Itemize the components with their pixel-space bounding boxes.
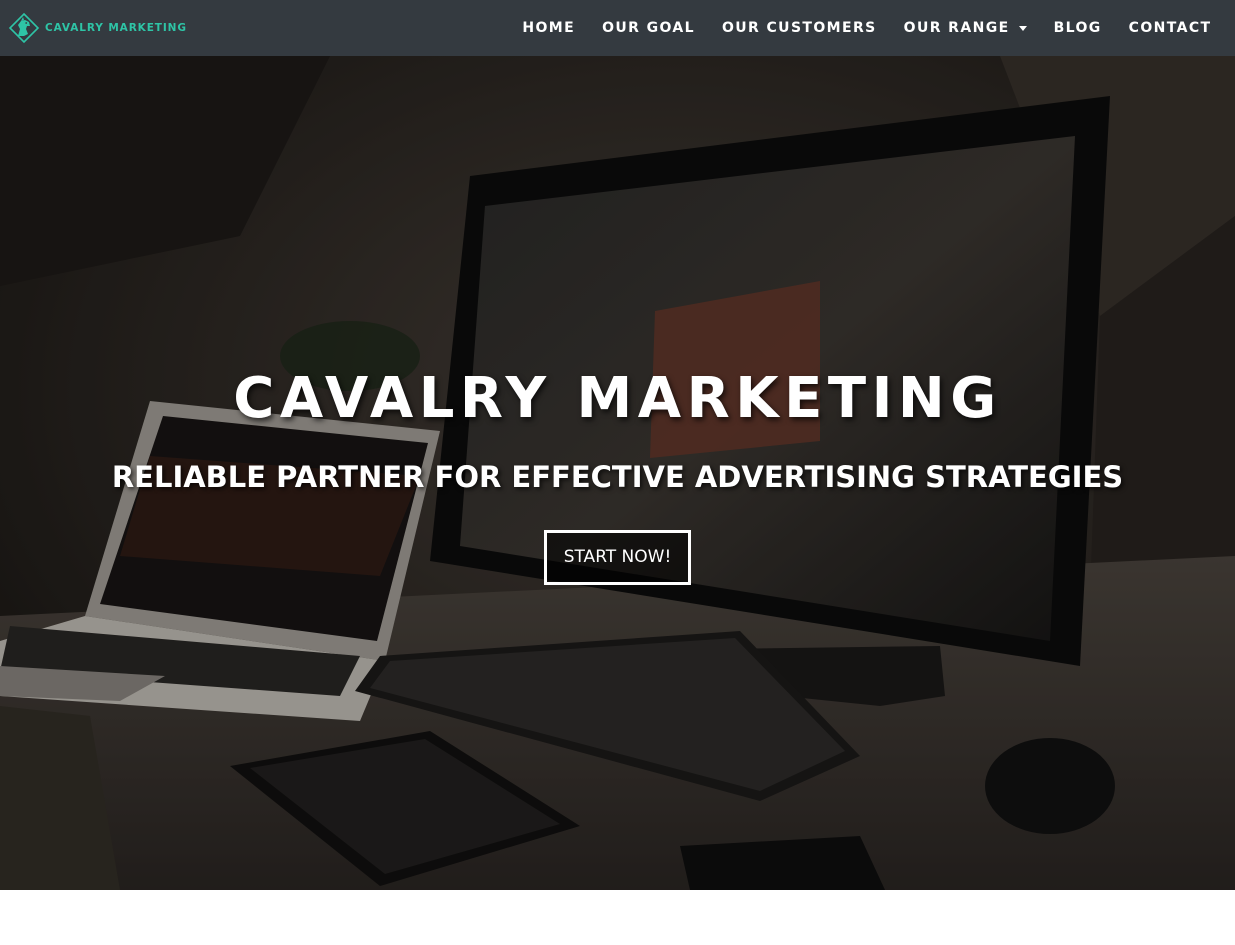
nav-item-blog[interactable]: BLOG [1040,0,1115,56]
nav-item-label: OUR GOAL [602,20,695,36]
nav-item-label: OUR RANGE [903,20,1010,36]
nav-item-our-goal[interactable]: OUR GOAL [589,0,709,56]
brand-link[interactable]: CAVALRY MARKETING [8,12,187,44]
hero-section: CAVALRY MARKETING RELIABLE PARTNER FOR E… [0,56,1235,890]
nav-item-label: HOME [522,20,576,36]
hero-content: CAVALRY MARKETING RELIABLE PARTNER FOR E… [0,364,1235,585]
hero-subtitle: RELIABLE PARTNER FOR EFFECTIVE ADVERTISI… [111,460,1124,494]
start-now-button[interactable]: START NOW! [544,530,691,585]
nav-item-home[interactable]: HOME [509,0,589,56]
nav-item-our-range-dropdown[interactable]: OUR RANGE [890,0,1040,56]
navbar: CAVALRY MARKETING HOME OUR GOAL OUR CUST… [0,0,1235,56]
nav-item-our-customers[interactable]: OUR CUSTOMERS [708,0,890,56]
nav-item-label: CONTACT [1128,20,1212,36]
caret-down-icon [1018,26,1027,31]
nav-item-contact[interactable]: CONTACT [1115,0,1225,56]
hero-title: CAVALRY MARKETING [233,366,1002,431]
brand-name: CAVALRY MARKETING [45,22,187,34]
nav-item-label: OUR CUSTOMERS [721,20,877,36]
page-below-hero [0,890,1235,945]
horse-head-logo-icon [8,12,40,44]
nav-item-label: BLOG [1053,20,1102,36]
main-nav: HOME OUR GOAL OUR CUSTOMERS OUR RANGE BL… [509,0,1225,56]
